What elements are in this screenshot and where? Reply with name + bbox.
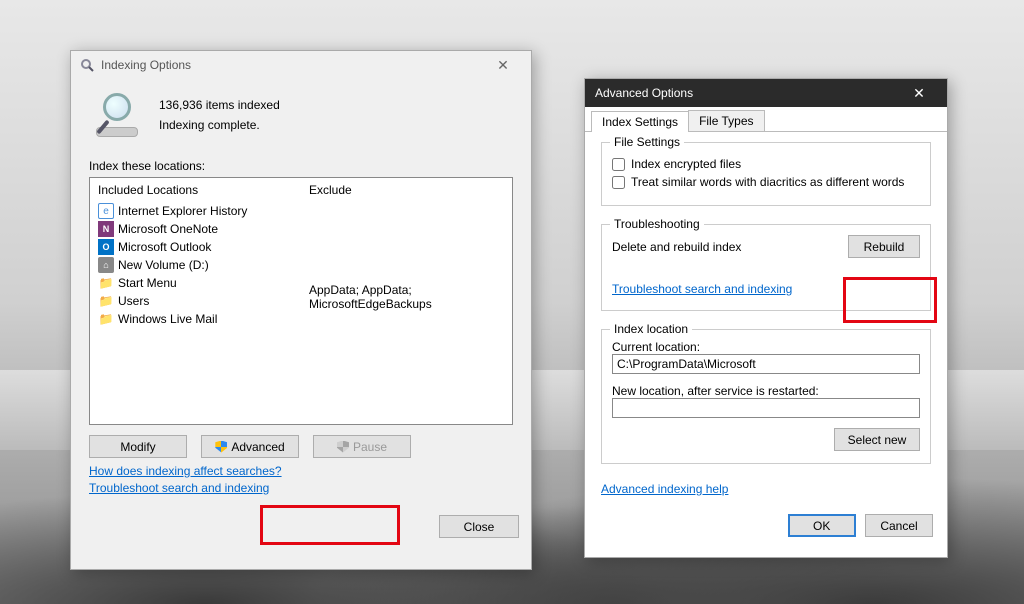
troubleshoot-link[interactable]: Troubleshoot search and indexing (612, 282, 792, 296)
shield-icon (337, 441, 349, 453)
list-item[interactable]: 📁Start Menu (98, 274, 293, 292)
advanced-options-dialog: Advanced Options ✕ Index Settings File T… (584, 78, 948, 558)
exclude-cell (309, 202, 504, 218)
titlebar[interactable]: Indexing Options ✕ (71, 51, 531, 79)
group-legend: File Settings (610, 135, 684, 149)
onenote-icon: N (98, 221, 114, 237)
titlebar[interactable]: Advanced Options ✕ (585, 79, 947, 107)
list-item[interactable]: ⌂New Volume (D:) (98, 256, 293, 274)
exclude-cell: AppData; AppData; MicrosoftEdgeBackups (309, 282, 504, 312)
folder-icon: 📁 (98, 311, 114, 327)
list-item[interactable]: 📁Windows Live Mail (98, 310, 293, 328)
advanced-indexing-help-link[interactable]: Advanced indexing help (601, 482, 728, 496)
exclude-cell (309, 250, 504, 266)
select-new-button[interactable]: Select new (834, 428, 920, 451)
diacritics-checkbox[interactable]: Treat similar words with diacritics as d… (612, 175, 920, 189)
list-item[interactable]: NMicrosoft OneNote (98, 220, 293, 238)
new-location-field[interactable] (612, 398, 920, 418)
how-indexing-affects-link[interactable]: How does indexing affect searches? (89, 464, 282, 478)
indexing-state: Indexing complete. (159, 118, 280, 132)
highlight-rebuild (843, 277, 937, 323)
tab-strip: Index Settings File Types (585, 107, 947, 132)
group-legend: Troubleshooting (610, 217, 704, 231)
current-location-label: Current location: (612, 340, 920, 354)
exclude-cell (309, 218, 504, 234)
ok-button[interactable]: OK (788, 514, 856, 537)
close-button[interactable]: ✕ (901, 80, 937, 106)
delete-rebuild-label: Delete and rebuild index (612, 240, 741, 254)
outlook-icon: O (98, 239, 114, 255)
included-column-header: Included Locations (98, 183, 293, 197)
ie-icon: e (98, 203, 114, 219)
new-location-label: New location, after service is restarted… (612, 384, 920, 398)
exclude-cell (309, 234, 504, 250)
magnifier-drive-icon (93, 89, 141, 137)
file-settings-group: File Settings Index encrypted files Trea… (601, 142, 931, 206)
status-row: 136,936 items indexed Indexing complete. (89, 89, 513, 145)
folder-icon: 📁 (98, 293, 114, 309)
shield-icon (215, 441, 227, 453)
tab-index-settings[interactable]: Index Settings (591, 111, 689, 132)
rebuild-button[interactable]: Rebuild (848, 235, 920, 258)
current-location-field[interactable] (612, 354, 920, 374)
dialog-title: Indexing Options (101, 58, 483, 72)
list-item[interactable]: eInternet Explorer History (98, 202, 293, 220)
troubleshoot-link[interactable]: Troubleshoot search and indexing (89, 481, 269, 495)
modify-button[interactable]: Modify (89, 435, 187, 458)
pause-button: Pause (313, 435, 411, 458)
close-button[interactable]: Close (439, 515, 519, 538)
group-legend: Index location (610, 322, 692, 336)
locations-listbox[interactable]: Included Locations eInternet Explorer Hi… (89, 177, 513, 425)
cancel-button[interactable]: Cancel (865, 514, 933, 537)
close-button[interactable]: ✕ (483, 52, 523, 78)
exclude-cell (309, 312, 504, 328)
search-index-icon (79, 57, 95, 73)
items-indexed-count: 136,936 items indexed (159, 98, 280, 112)
dialog-title: Advanced Options (595, 86, 901, 100)
index-encrypted-checkbox[interactable]: Index encrypted files (612, 157, 920, 171)
exclude-column-header: Exclude (309, 183, 504, 197)
index-location-group: Index location Current location: New loc… (601, 329, 931, 464)
drive-icon: ⌂ (98, 257, 114, 273)
exclude-cell (309, 266, 504, 282)
list-item[interactable]: 📁Users (98, 292, 293, 310)
indexing-options-dialog: Indexing Options ✕ 136,936 items indexed… (70, 50, 532, 570)
tab-file-types[interactable]: File Types (688, 110, 764, 131)
index-locations-label: Index these locations: (89, 159, 513, 173)
folder-icon: 📁 (98, 275, 114, 291)
advanced-button[interactable]: Advanced (201, 435, 299, 458)
list-item[interactable]: OMicrosoft Outlook (98, 238, 293, 256)
